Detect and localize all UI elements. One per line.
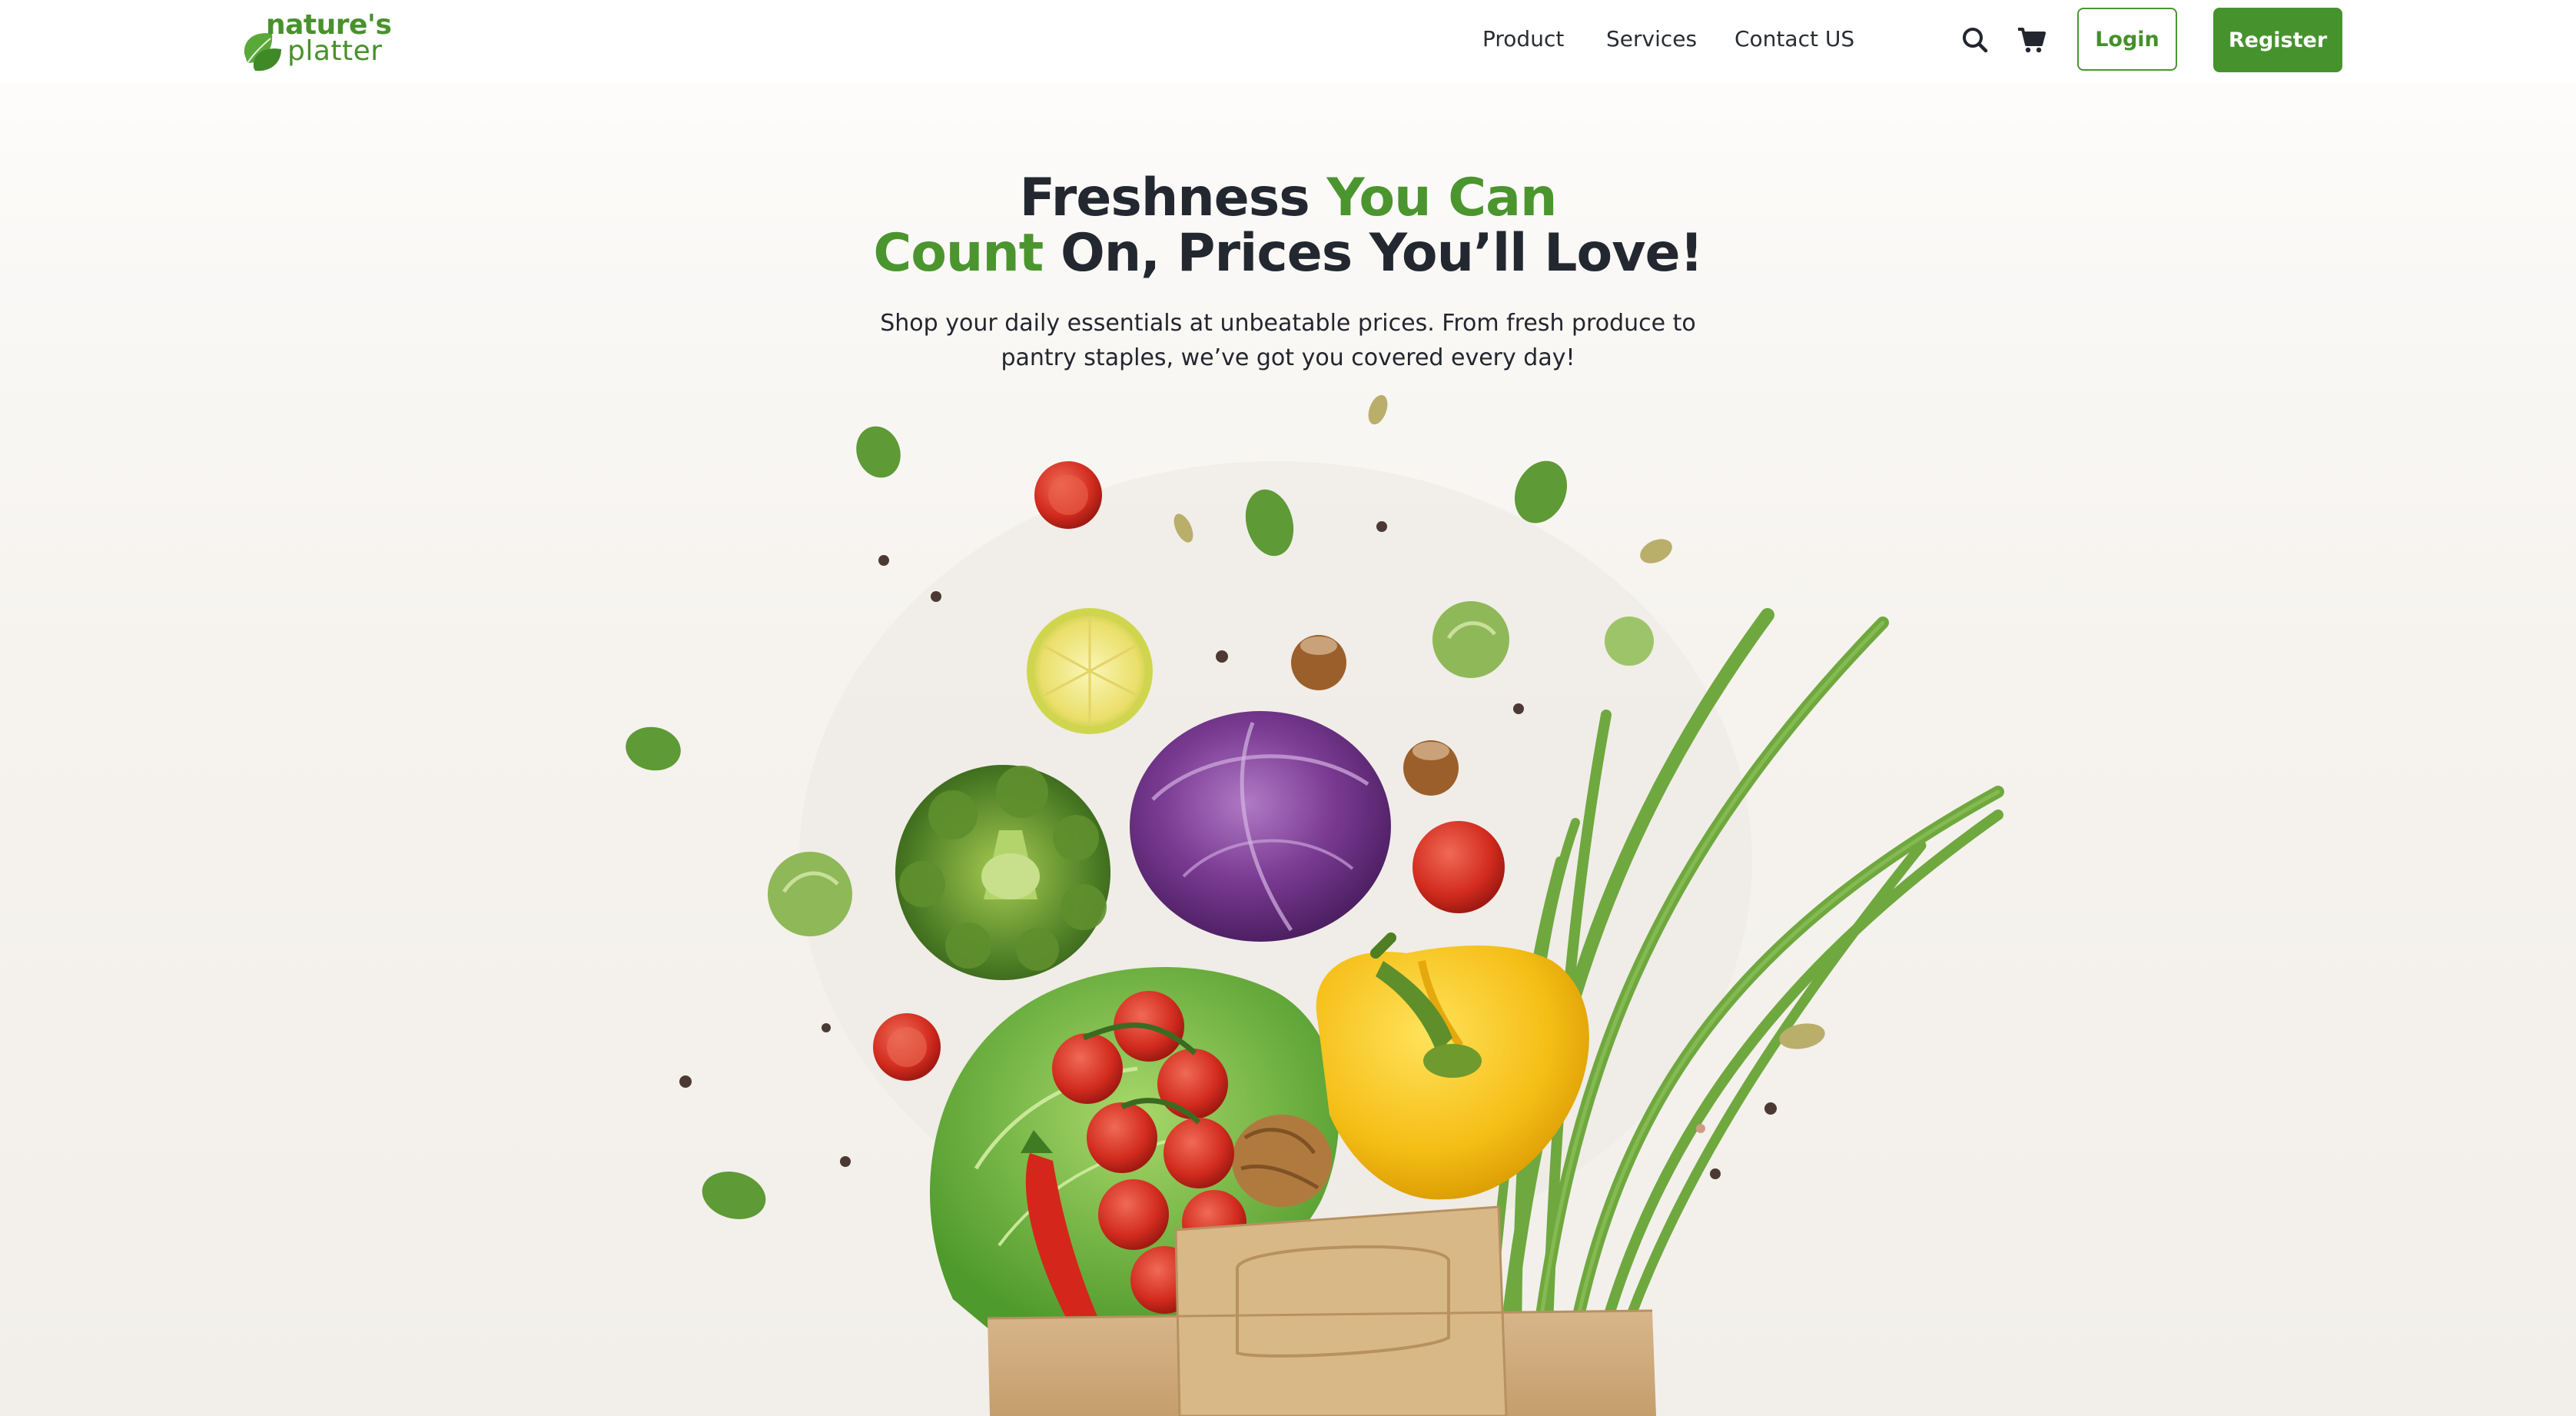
broccoli bbox=[895, 765, 1110, 980]
lemon-slice bbox=[1027, 608, 1153, 734]
red-cabbage bbox=[1130, 711, 1391, 942]
grocery-bag-illustration bbox=[626, 394, 2004, 1416]
